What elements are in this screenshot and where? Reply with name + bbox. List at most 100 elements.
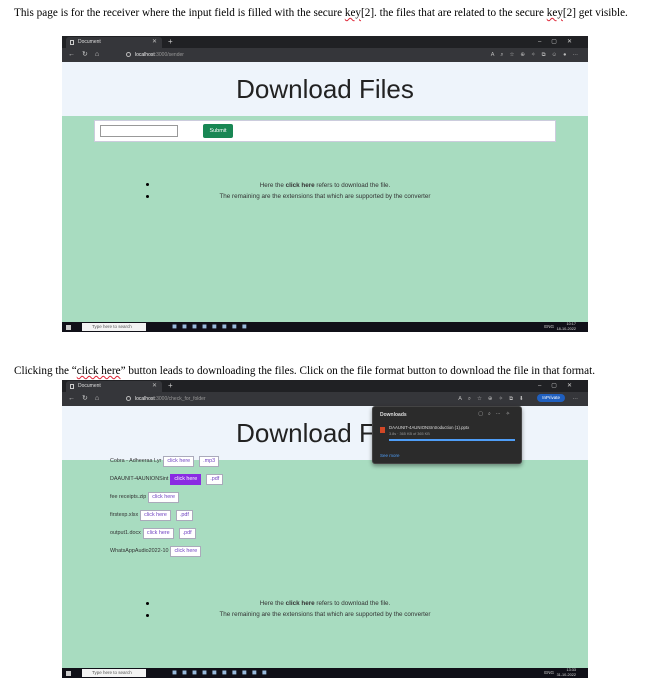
browser-tab[interactable]: Document ✕: [66, 37, 162, 48]
note-line-2: The remaining are the extensions that wh…: [219, 611, 431, 618]
window-controls[interactable]: –▢✕: [538, 380, 582, 392]
click-here-button[interactable]: click here: [142, 527, 174, 539]
url-field[interactable]: localhost:3000/sender: [126, 50, 426, 60]
note-line-1: Here the click here refers to download t…: [62, 598, 588, 609]
secure-key-form: Submit: [94, 120, 556, 142]
taskbar-app-icons[interactable]: ◼◼◼◼◼◼◼◼: [172, 323, 252, 331]
text-run: [2]. the files that are related to the s…: [361, 7, 547, 19]
url-path: :3000/sender: [154, 52, 184, 58]
format-button[interactable]: .mp3: [199, 455, 220, 467]
download-meta: 3.8s · 365 KB of 365 KB: [389, 432, 430, 436]
downloads-panel: Downloads ▢⌕⋯✧ DAAUNIT-4AUNIONSIntroduct…: [372, 406, 522, 464]
instructions-note: Here the click here refers to download t…: [62, 598, 588, 620]
file-name: output1.docx: [110, 529, 141, 536]
taskbar-app-icons[interactable]: ◼◼◼◼◼◼◼◼◼◼: [172, 669, 272, 677]
new-tab-icon[interactable]: +: [168, 380, 173, 392]
windows-taskbar: Type here to search ◼◼◼◼◼◼◼◼ ENG 10:17 18…: [62, 322, 588, 332]
language-indicator[interactable]: ENG: [544, 322, 554, 332]
format-button[interactable]: .pdf: [175, 509, 193, 521]
see-more-link[interactable]: See more: [380, 453, 400, 458]
document-icon: [70, 40, 74, 45]
receiver-page-screenshot: Document ✕ + –▢✕ ←↻⌂ localhost:3000/send…: [62, 36, 588, 332]
browser-tab[interactable]: Document ✕: [66, 381, 162, 392]
page-header: Download Files: [62, 62, 588, 116]
close-tab-icon[interactable]: ✕: [152, 37, 157, 48]
text-run: This page is for the receiver where the …: [14, 7, 345, 19]
url-path: :3000/check_for_folder: [154, 396, 206, 402]
url-field[interactable]: localhost:3000/check_for_folder: [126, 394, 426, 404]
download-page-screenshot: Document ✕ + –▢✕ ←↻⌂ localhost:3000/chec…: [62, 380, 588, 678]
file-list: Cobra - Adheeraa Lyr click here .mp3 DAA…: [110, 452, 410, 560]
file-name: fee receipts.zip: [110, 493, 147, 500]
windows-taskbar: Type here to search ◼◼◼◼◼◼◼◼◼◼ ENG 13:33…: [62, 668, 588, 678]
page-title: Download Files: [236, 74, 414, 104]
text-run: Clicking the “: [14, 365, 77, 377]
file-row: fee receipts.zip click here: [110, 488, 410, 506]
url-host: localhost: [135, 396, 155, 402]
address-bar: ←↻⌂ localhost:3000/check_for_folder A⌕☆⊕…: [62, 392, 588, 406]
click-here-button[interactable]: click here: [163, 455, 195, 467]
browser-toolbar-icons[interactable]: A⌕☆⊕✧⧉⬇ InPrivate ⋯: [458, 392, 584, 406]
click-here-button[interactable]: click here: [170, 473, 202, 485]
text-run: Here the: [259, 600, 286, 607]
spellcheck-word: key: [546, 7, 563, 19]
browser-titlebar: Document ✕ + –▢✕: [62, 380, 588, 392]
file-row: Cobra - Adheeraa Lyr click here .mp3: [110, 452, 410, 470]
taskbar-search[interactable]: Type here to search: [82, 323, 146, 331]
click-here-button[interactable]: click here: [140, 509, 171, 521]
format-button[interactable]: .pdf: [206, 473, 224, 485]
taskbar-clock[interactable]: 13:33 31-10-2022: [557, 668, 576, 678]
windows-start-icon[interactable]: [66, 671, 71, 676]
click-here-button[interactable]: click here: [148, 491, 180, 503]
downloaded-file-name[interactable]: DAAUNIT-4AUNIONSIntroduction (1).pptx: [389, 425, 517, 430]
nav-buttons[interactable]: ←↻⌂: [68, 48, 106, 62]
file-row: output1.docx click here .pdf: [110, 524, 410, 542]
taskbar-clock[interactable]: 10:17 18-10-2022: [557, 322, 576, 332]
secure-key-input[interactable]: [100, 125, 178, 137]
format-button[interactable]: .pdf: [178, 527, 196, 539]
file-name: DAAUNIT-4AUNIONSint: [110, 475, 169, 482]
file-name: Cobra - Adheeraa Lyr: [110, 457, 162, 464]
window-controls[interactable]: –▢✕: [538, 36, 582, 48]
inprivate-badge[interactable]: InPrivate: [537, 394, 565, 402]
file-name: firstexp.xlsx: [110, 511, 139, 518]
text-run: refers to download the file.: [314, 182, 391, 189]
browser-titlebar: Document ✕ + –▢✕: [62, 36, 588, 48]
text-run: refers to download the file.: [314, 600, 391, 607]
clock-date: 31-10-2022: [556, 673, 576, 677]
file-row: firstexp.xlsx click here .pdf: [110, 506, 410, 524]
browser-toolbar-icons[interactable]: A⌕☆⊕✧⧉☺●⋯: [491, 48, 584, 62]
download-progress-bar: [389, 439, 515, 441]
instructions-note: Here the click here refers to download t…: [62, 180, 588, 202]
taskbar-search[interactable]: Type here to search: [82, 669, 146, 677]
url-host: localhost: [135, 52, 155, 58]
note-line-1: Here the click here refers to download t…: [62, 180, 588, 191]
file-row: DAAUNIT-4AUNIONSint click here .pdf: [110, 470, 410, 488]
close-tab-icon[interactable]: ✕: [152, 381, 157, 392]
tab-title: Document: [78, 39, 101, 45]
nav-buttons[interactable]: ←↻⌂: [68, 392, 106, 406]
file-name: WhatsAppAudio2022-10: [110, 547, 169, 554]
text-run: Here the: [259, 182, 286, 189]
description-paragraph-receiver: This page is for the receiver where the …: [14, 6, 644, 20]
new-tab-icon[interactable]: +: [168, 36, 173, 48]
language-indicator[interactable]: ENG: [544, 668, 554, 678]
spellcheck-word: key: [344, 7, 362, 19]
info-icon: [126, 52, 131, 57]
pptx-file-icon: [380, 427, 385, 433]
description-paragraph-download: Clicking the “click here” button leads t…: [14, 364, 644, 378]
submit-button[interactable]: Submit: [203, 124, 233, 138]
downloads-panel-icons[interactable]: ▢⌕⋯✧: [478, 411, 515, 417]
click-here-button[interactable]: click here: [170, 545, 202, 557]
windows-start-icon[interactable]: [66, 325, 71, 330]
text-run: [2] get visible.: [562, 7, 628, 19]
clock-date: 18-10-2022: [556, 327, 576, 331]
text-run: ” button leads to downloading the files.…: [120, 365, 595, 377]
address-bar: ←↻⌂ localhost:3000/sender A⌕☆⊕✧⧉☺●⋯: [62, 48, 588, 62]
downloads-title: Downloads: [380, 412, 407, 418]
file-row: WhatsAppAudio2022-10 click here: [110, 542, 410, 560]
note-line-2: The remaining are the extensions that wh…: [219, 193, 431, 200]
text-run-bold: click here: [285, 182, 315, 189]
text-run-bold: click here: [285, 600, 315, 607]
tab-title: Document: [78, 383, 101, 389]
